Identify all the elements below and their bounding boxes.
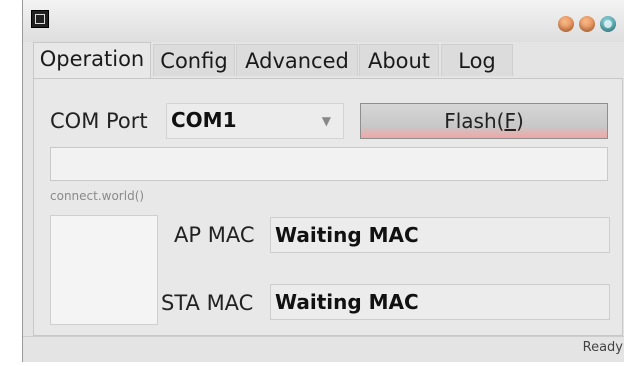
com-port-value: COM1 [171,108,237,132]
flash-label-prefix: Flash( [444,109,505,133]
flash-label-suffix: ) [515,109,524,133]
sta-mac-label: STA MAC [161,291,254,315]
sta-mac-value: Waiting MAC [275,290,419,314]
minimize-icon[interactable] [558,16,574,32]
title-bar[interactable] [23,0,624,42]
chevron-down-icon[interactable]: ▼ [322,114,331,128]
app-window: Operation Config Advanced About Log COM … [22,0,624,362]
ap-mac-field[interactable]: Waiting MAC [270,217,610,253]
ap-mac-label: AP MAC [174,223,255,247]
tab-config[interactable]: Config [153,44,235,76]
sta-mac-field[interactable]: Waiting MAC [270,284,610,320]
app-icon [31,10,49,28]
preview-box [50,215,158,325]
com-port-label: COM Port [50,109,148,133]
status-text: Ready [582,340,623,355]
flash-button[interactable]: Flash(F) [360,103,608,139]
close-icon[interactable] [600,16,616,32]
ap-mac-value: Waiting MAC [275,223,419,247]
maximize-icon[interactable] [579,16,595,32]
flash-mnemonic: F [504,109,516,133]
status-bar: Ready [23,336,624,362]
tab-operation[interactable]: Operation [33,42,151,78]
tab-advanced[interactable]: Advanced [236,44,358,76]
output-field[interactable] [50,147,608,181]
tab-about[interactable]: About [359,44,439,76]
operation-panel: COM Port COM1 ▼ Flash(F) connect.world()… [33,78,623,336]
connect-status-text: connect.world() [50,189,145,203]
com-port-select[interactable]: COM1 ▼ [166,103,344,139]
tab-log[interactable]: Log [441,44,513,76]
